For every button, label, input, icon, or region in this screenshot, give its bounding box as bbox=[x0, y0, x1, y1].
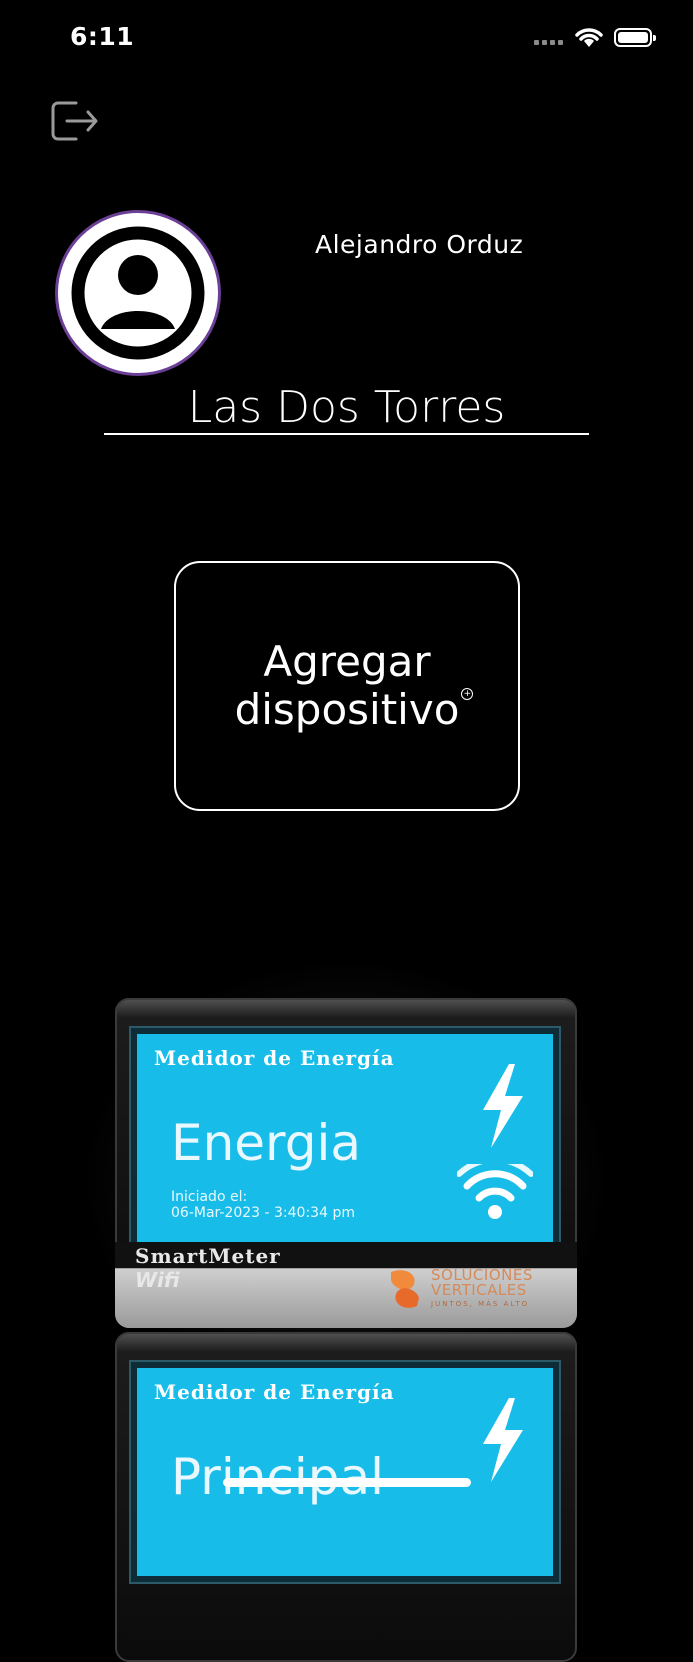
device-name: Principal bbox=[171, 1448, 385, 1506]
add-device-button[interactable]: Agregar dispositivo + bbox=[174, 561, 520, 811]
add-circle-icon: + bbox=[461, 688, 474, 700]
device-card[interactable]: Medidor de Energía Principal bbox=[115, 1332, 577, 1662]
device-type-label: Medidor de Energía bbox=[154, 1046, 395, 1070]
avatar[interactable] bbox=[55, 210, 221, 376]
wifi-icon bbox=[456, 1156, 534, 1224]
logout-icon[interactable] bbox=[50, 100, 100, 146]
user-avatar-icon bbox=[71, 226, 205, 360]
company-underline bbox=[104, 433, 589, 435]
add-device-label-text: dispositivo bbox=[234, 685, 460, 734]
maker-name-line2: VERTICALES bbox=[431, 1281, 527, 1299]
brand-name: SmartMeter bbox=[135, 1244, 281, 1268]
cellular-signal-icon bbox=[534, 40, 566, 46]
bolt-icon bbox=[479, 1064, 525, 1152]
wifi-status-icon bbox=[574, 26, 604, 52]
started-label: Iniciado el: bbox=[171, 1189, 248, 1205]
device-name: Energia bbox=[171, 1114, 361, 1172]
user-name: Alejandro Orduz bbox=[315, 230, 524, 259]
battery-icon bbox=[614, 28, 656, 47]
maker-logo-icon bbox=[385, 1266, 425, 1316]
add-device-label-line1: Agregar bbox=[263, 637, 431, 686]
home-indicator bbox=[223, 1478, 471, 1487]
device-type-label: Medidor de Energía bbox=[154, 1380, 395, 1404]
device-screen: Medidor de Energía Energia Iniciado el: … bbox=[137, 1034, 553, 1242]
device-card[interactable]: Medidor de Energía Energia Iniciado el: … bbox=[115, 998, 577, 1328]
maker-slogan: JUNTOS, MÁS ALTO bbox=[431, 1300, 530, 1308]
started-date: 06-Mar-2023 - 3:40:34 pm bbox=[171, 1205, 355, 1221]
bolt-icon bbox=[479, 1398, 525, 1486]
company-name[interactable]: Las Dos Torres bbox=[104, 382, 589, 433]
brand-subtitle: Wifi bbox=[135, 1268, 180, 1292]
maker-name: SOLUCIONES VERTICALES bbox=[431, 1268, 533, 1298]
device-screen: Medidor de Energía Principal bbox=[137, 1368, 553, 1576]
add-device-label-line2: dispositivo + bbox=[234, 685, 474, 734]
status-time: 6:11 bbox=[70, 22, 135, 51]
